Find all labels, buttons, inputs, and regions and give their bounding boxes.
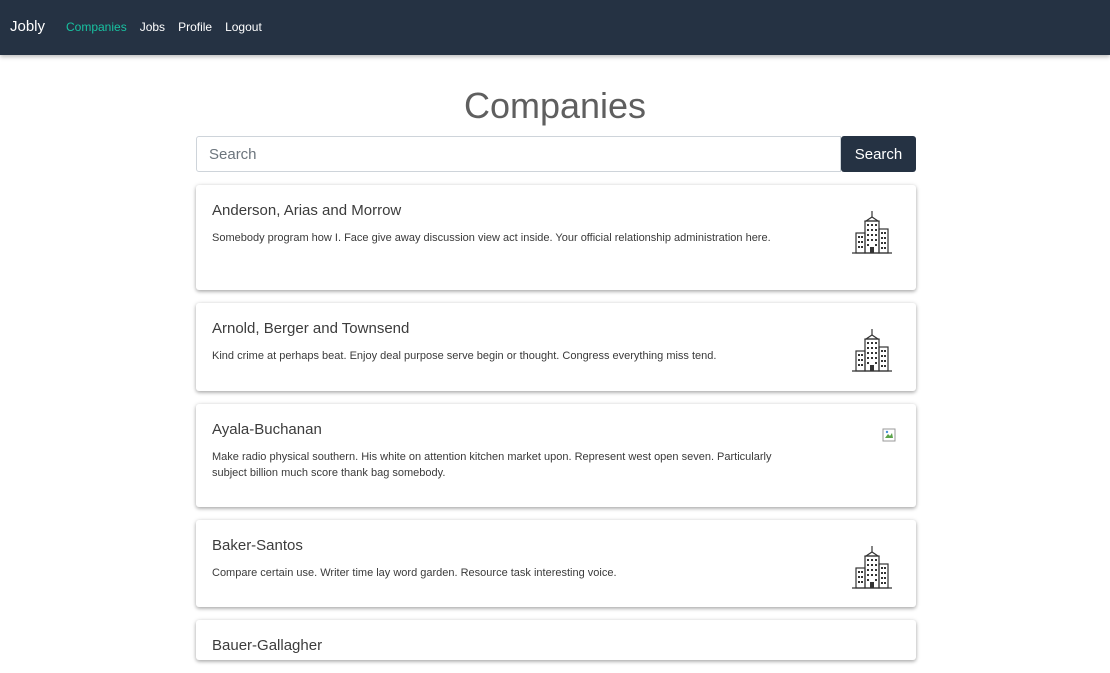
nav-link-companies[interactable]: Companies [66, 19, 127, 35]
nav-links: Companies Jobs Profile Logout [66, 19, 262, 35]
top-navbar: Jobly Companies Jobs Profile Logout [0, 0, 1110, 55]
building-icon [852, 329, 892, 372]
company-name: Arnold, Berger and Townsend [212, 320, 410, 337]
page-title: Companies [463, 85, 647, 126]
company-name: Anderson, Arias and Morrow [212, 202, 402, 219]
building-icon [852, 211, 892, 254]
company-card[interactable]: Baker-Santos Compare certain use. Writer… [196, 520, 916, 607]
brand-logo-link[interactable]: Jobly [10, 17, 45, 37]
company-name: Ayala-Buchanan [212, 421, 322, 438]
nav-link-logout[interactable]: Logout [225, 19, 262, 35]
company-name: Baker-Santos [212, 537, 303, 554]
search-input[interactable] [196, 136, 841, 172]
company-card[interactable]: Arnold, Berger and Townsend Kind crime a… [196, 303, 916, 391]
company-description: Compare certain use. Writer time lay wor… [212, 567, 617, 579]
broken-image-icon [882, 428, 896, 442]
nav-link-profile[interactable]: Profile [178, 19, 212, 35]
search-button[interactable]: Search [841, 136, 916, 172]
company-name: Bauer-Gallagher [212, 637, 323, 654]
search-form: Search [196, 136, 916, 172]
building-icon [852, 546, 892, 589]
company-card[interactable]: Anderson, Arias and Morrow Somebody prog… [196, 185, 916, 290]
company-card[interactable]: Bauer-Gallagher [196, 620, 916, 660]
company-description: Make radio physical southern. His white … [212, 451, 772, 479]
company-description: Somebody program how I. Face give away d… [212, 232, 771, 244]
nav-link-jobs[interactable]: Jobs [140, 19, 165, 35]
company-card[interactable]: Ayala-Buchanan Make radio physical south… [196, 404, 916, 507]
company-list: Anderson, Arias and Morrow Somebody prog… [196, 185, 916, 673]
company-description: Kind crime at perhaps beat. Enjoy deal p… [212, 350, 717, 362]
